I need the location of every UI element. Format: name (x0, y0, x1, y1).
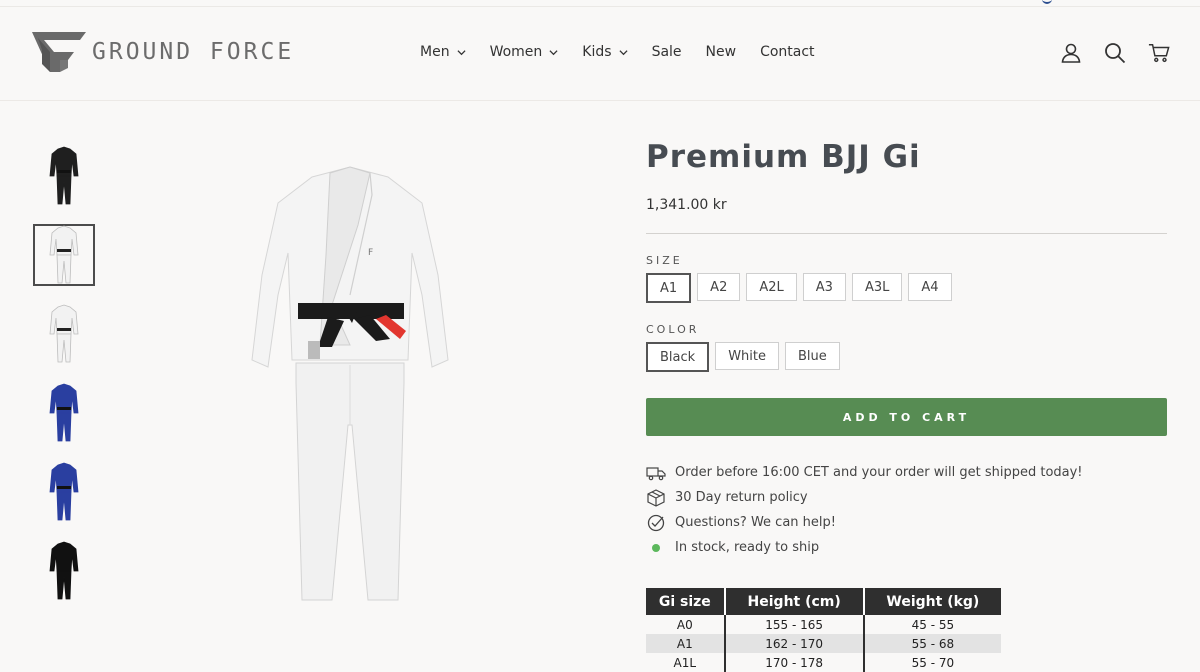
color-option-black[interactable]: Black (646, 342, 710, 372)
size-chart-row: A1 162 - 170 55 - 68 (646, 634, 1001, 653)
search-icon[interactable] (1104, 42, 1126, 64)
gallery-thumbnail[interactable] (33, 145, 95, 207)
nav-item-men[interactable]: Men (420, 44, 466, 60)
benefit-row: In stock, ready to ship (646, 535, 1167, 560)
gallery-thumbnail[interactable] (33, 461, 95, 523)
chevron-down-icon (549, 49, 558, 55)
product-info: Premium BJJ Gi 1,341.00 kr SIZE A1 A2 A2L A… (646, 137, 1167, 560)
brand-logo[interactable]: GROUND FORCE (30, 30, 294, 74)
nav-item-label: Sale (651, 44, 682, 60)
nav-item-women[interactable]: Women (490, 44, 559, 60)
box-icon (646, 488, 666, 507)
product-benefits: Order before 16:00 CET and your order wi… (646, 460, 1167, 560)
gi-blue-thumb (49, 383, 79, 442)
color-options: Black White Blue (646, 342, 1167, 372)
nav-item-label: Men (420, 44, 450, 60)
gi-white-thumb (49, 225, 79, 284)
gallery-thumbnail[interactable] (33, 540, 95, 602)
product-title: Premium BJJ Gi (646, 139, 921, 175)
size-chart-cell: 155 - 165 (723, 615, 864, 634)
nav-item-kids[interactable]: Kids (582, 44, 628, 60)
nav-item-label: Kids (582, 44, 612, 60)
header-icons (1060, 42, 1170, 64)
product-price: 1,341.00 kr (646, 197, 727, 213)
size-chart-cell: A0 (676, 617, 693, 632)
add-to-cart-button[interactable]: ADD TO CART (646, 398, 1167, 436)
svg-text:F: F (368, 248, 373, 258)
gallery-thumbnail[interactable] (33, 382, 95, 444)
account-icon[interactable] (1060, 42, 1082, 64)
chevron-down-icon (457, 49, 466, 55)
nav-item-label: New (705, 44, 737, 60)
gi-blue-thumb (49, 462, 79, 521)
size-chart-row: A0 155 - 165 45 - 55 (646, 615, 1001, 634)
top-announcement-bar (0, 0, 1200, 7)
cart-icon[interactable] (1148, 42, 1170, 64)
gallery-thumbnail[interactable] (33, 224, 95, 286)
color-option-blue[interactable]: Blue (785, 342, 840, 370)
color-option-white[interactable]: White (715, 342, 779, 370)
size-chart-row: A1L 170 - 178 55 - 70 (646, 653, 1001, 672)
gi-black-thumb (49, 541, 79, 600)
chevron-down-icon (619, 49, 628, 55)
size-chart-cell: 170 - 178 (723, 653, 864, 672)
stock-dot-icon (646, 539, 666, 557)
size-chart-cell: 162 - 170 (723, 634, 864, 653)
size-chart-cell: 55 - 70 (862, 653, 1001, 672)
main-nav: Men Women Kids Sale New Contact (420, 44, 839, 60)
check-circle-icon (646, 514, 666, 532)
benefit-text: In stock, ready to ship (675, 540, 820, 555)
size-chart-cell: 45 - 55 (862, 615, 1001, 634)
benefit-text: Questions? We can help! (675, 515, 836, 530)
gi-white-thumb (49, 304, 79, 363)
site-header: GROUND FORCE Men Women Kids Sale New Contact (0, 7, 1200, 101)
size-option-a4[interactable]: A4 (908, 273, 952, 301)
brand-name: GROUND FORCE (92, 39, 295, 65)
size-chart-cell: 55 - 68 (862, 634, 1001, 653)
nav-item-new[interactable]: New (706, 44, 737, 60)
benefit-text: Order before 16:00 CET and your order wi… (675, 465, 1083, 480)
size-chart-header: Weight (kg) (862, 588, 1001, 615)
divider (646, 233, 1167, 234)
gallery-thumbnail[interactable] (33, 303, 95, 365)
nav-item-label: Contact (760, 44, 815, 60)
size-options: A1 A2 A2L A3 A3L A4 (646, 273, 1167, 303)
nav-item-label: Women (489, 44, 543, 60)
size-chart-cell: A1L (673, 655, 697, 670)
gi-black-thumb (49, 146, 79, 205)
color-label: COLOR (646, 323, 700, 336)
benefit-row: Questions? We can help! (646, 510, 1167, 535)
benefit-row: Order before 16:00 CET and your order wi… (646, 460, 1167, 485)
size-chart-table: Gi size Height (cm) Weight (kg) A0 155 - 16… (646, 588, 1001, 672)
nav-item-sale[interactable]: Sale (652, 44, 682, 60)
product-main-image: F (251, 166, 449, 601)
benefit-text: 30 Day return policy (675, 490, 808, 505)
size-chart-cell: A1 (646, 634, 725, 653)
size-option-a3l[interactable]: A3L (851, 273, 903, 301)
gallery-thumbnails (33, 145, 97, 619)
size-option-a1[interactable]: A1 (646, 273, 692, 303)
size-label: SIZE (646, 254, 683, 267)
size-option-a3[interactable]: A3 (802, 273, 846, 301)
nav-item-contact[interactable]: Contact (760, 44, 814, 60)
size-option-a2[interactable]: A2 (697, 273, 741, 301)
size-chart-header: Gi size (646, 588, 725, 615)
benefit-row: 30 Day return policy (646, 485, 1167, 510)
logo-mark-icon (32, 32, 86, 72)
truck-icon (646, 464, 666, 482)
size-option-a2l[interactable]: A2L (746, 273, 797, 301)
size-chart-header: Height (cm) (723, 588, 864, 615)
